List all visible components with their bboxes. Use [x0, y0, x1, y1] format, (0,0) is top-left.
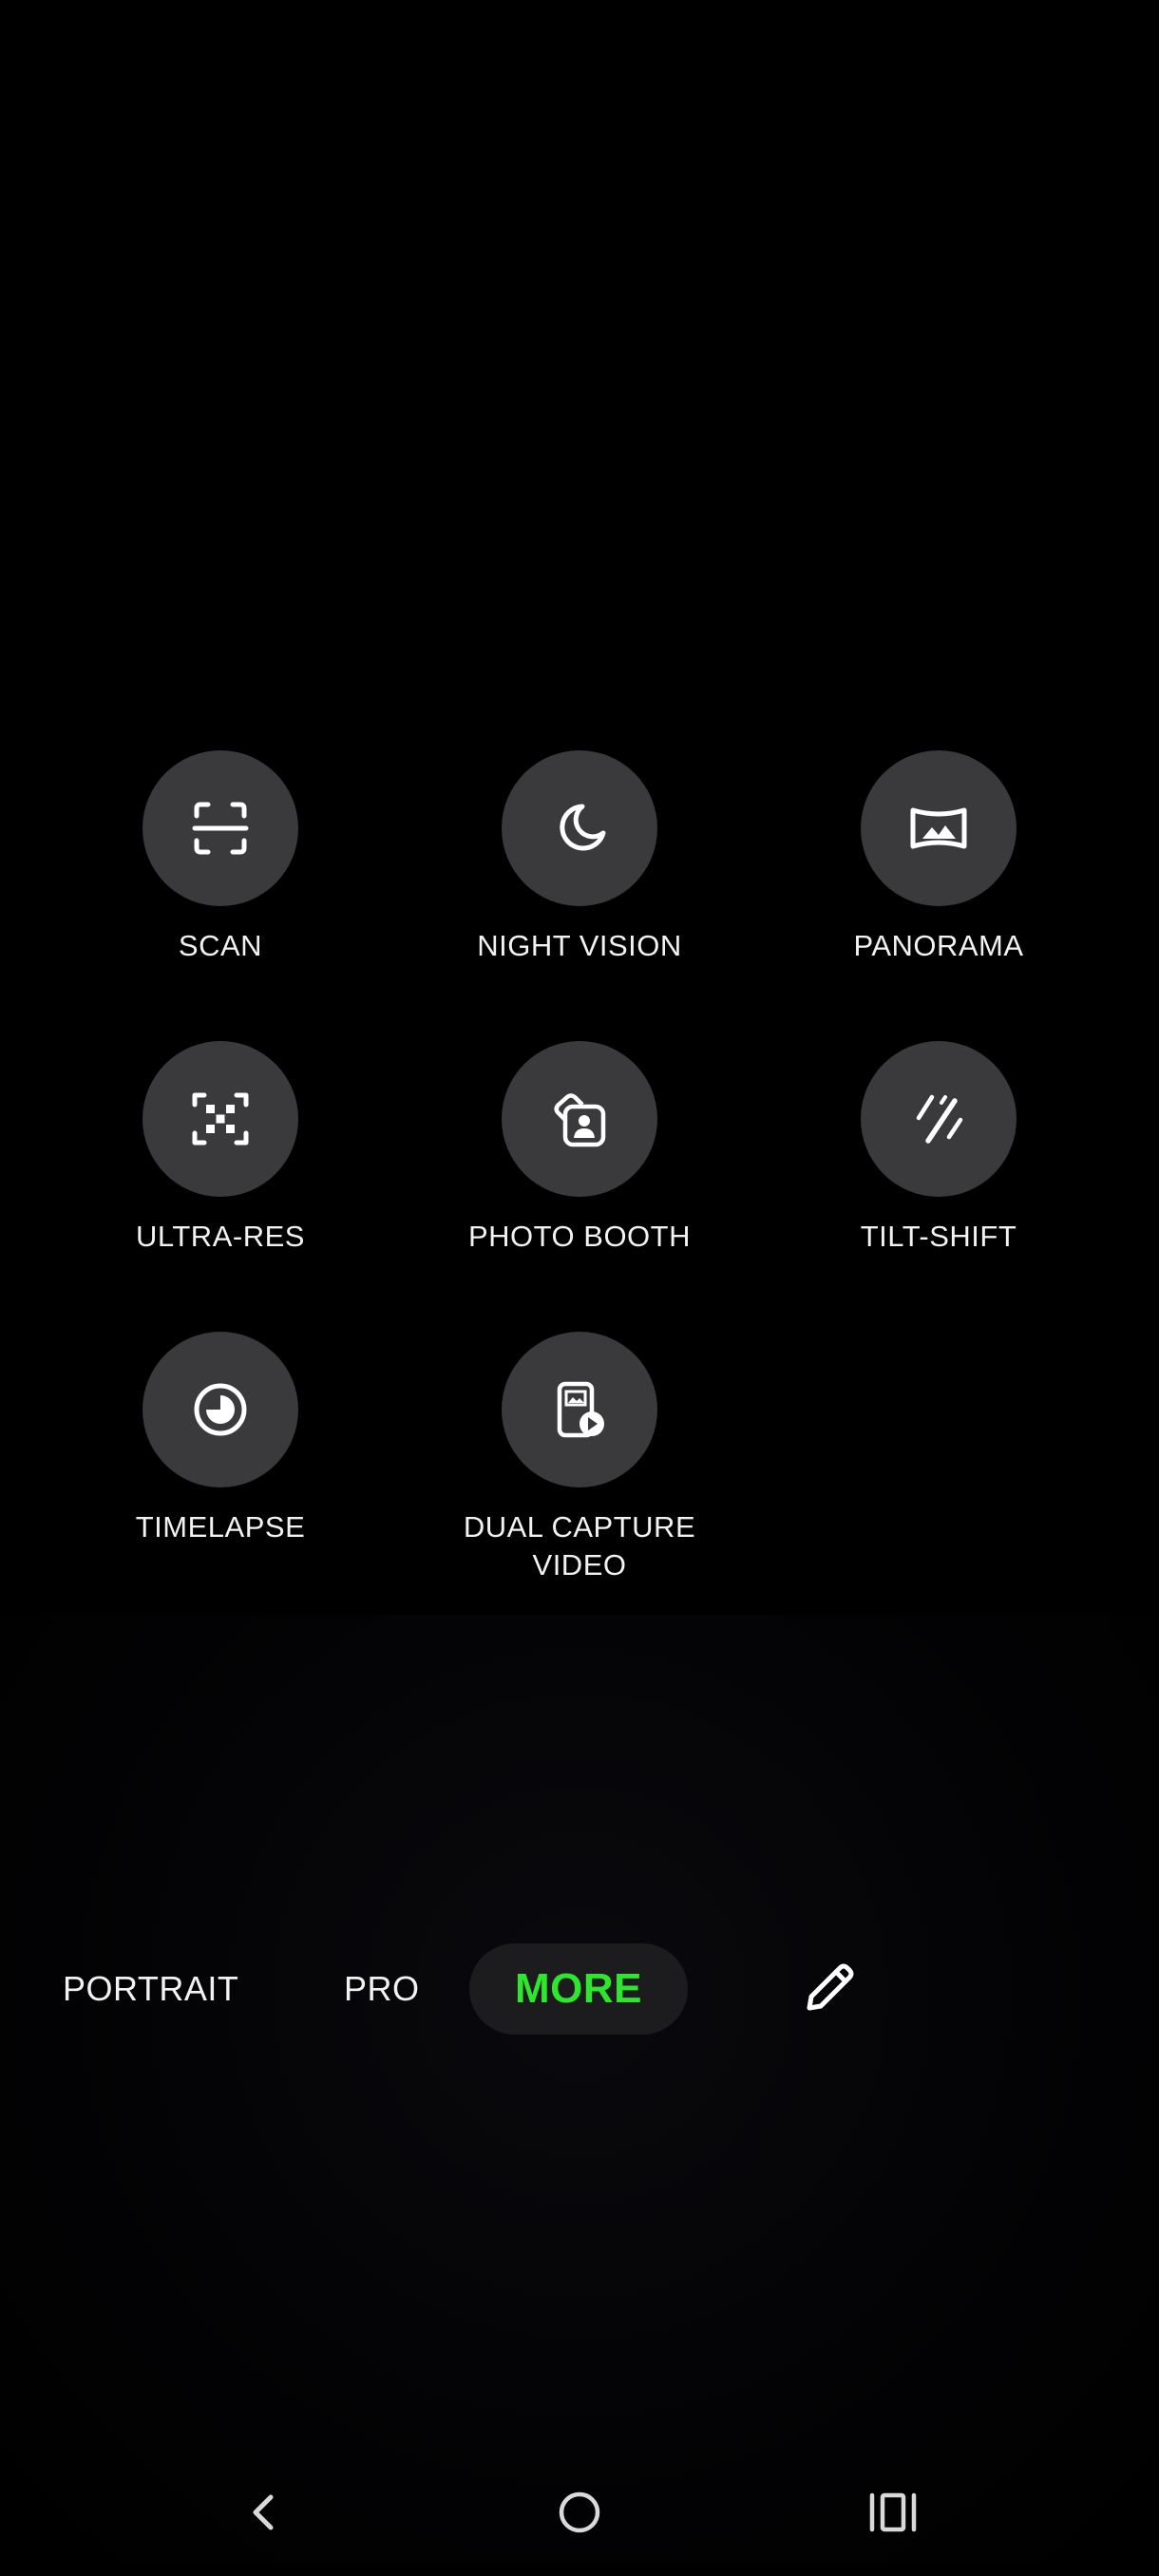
- scan-icon: [192, 802, 249, 855]
- mode-tab-pro[interactable]: PRO: [344, 1943, 420, 2035]
- mode-timelapse-circle[interactable]: [142, 1332, 298, 1487]
- mode-tilt-shift-label: TILT-SHIFT: [860, 1220, 1017, 1253]
- timelapse-icon: [194, 1383, 247, 1436]
- moon-icon: [560, 804, 606, 851]
- mode-tilt-shift[interactable]: TILT-SHIFT: [796, 1041, 1081, 1256]
- back-chevron-icon: [253, 2494, 274, 2530]
- mode-ultra-res-label: ULTRA-RES: [136, 1220, 305, 1253]
- mode-panorama-label: PANORAMA: [853, 929, 1024, 962]
- mode-scan[interactable]: SCAN: [78, 750, 363, 965]
- mode-ultra-res-circle[interactable]: [142, 1041, 298, 1197]
- tilt-shift-icon: [916, 1094, 963, 1144]
- mode-photo-booth[interactable]: PHOTO BOOTH: [437, 1041, 722, 1256]
- mode-panorama[interactable]: PANORAMA: [796, 750, 1081, 965]
- camera-mode-bar: PORTRAIT PRO MORE: [0, 1943, 1159, 2035]
- mode-dual-capture-video[interactable]: DUAL CAPTURE VIDEO: [437, 1332, 722, 1584]
- mode-scan-label: SCAN: [178, 929, 263, 962]
- dual-capture-video-icon: [557, 1381, 604, 1438]
- mode-night-vision-circle[interactable]: [502, 750, 657, 906]
- mode-photo-booth-label: PHOTO BOOTH: [467, 1220, 691, 1253]
- recents-icon: [869, 2492, 917, 2532]
- mode-timelapse-label: TIMELAPSE: [135, 1510, 306, 1544]
- system-nav-bar: [0, 2470, 1159, 2555]
- mode-timelapse[interactable]: TIMELAPSE: [78, 1332, 363, 1546]
- mode-dual-capture-video-circle[interactable]: [502, 1332, 657, 1487]
- nav-back-button[interactable]: [235, 2484, 292, 2541]
- nav-recents-button[interactable]: [864, 2484, 922, 2541]
- mode-photo-booth-circle[interactable]: [502, 1041, 657, 1197]
- background: [0, 1615, 1159, 2565]
- pencil-icon: [807, 1963, 854, 2011]
- mode-scan-circle[interactable]: [142, 750, 298, 906]
- nav-home-button[interactable]: [551, 2484, 608, 2541]
- home-circle-icon: [559, 2491, 600, 2533]
- edit-modes-button[interactable]: [798, 1957, 861, 2019]
- mode-tab-more[interactable]: MORE: [469, 1943, 688, 2035]
- mode-ultra-res[interactable]: ULTRA-RES: [78, 1041, 363, 1256]
- mode-panorama-circle[interactable]: [861, 750, 1016, 906]
- photo-booth-icon: [554, 1093, 606, 1147]
- mode-dual-capture-video-label: DUAL CAPTURE VIDEO: [463, 1510, 696, 1582]
- mode-tilt-shift-circle[interactable]: [861, 1041, 1016, 1197]
- ultra-res-icon: [192, 1092, 249, 1146]
- mode-night-vision[interactable]: NIGHT VISION: [437, 750, 722, 965]
- mode-tab-portrait[interactable]: PORTRAIT: [63, 1943, 238, 2035]
- mode-night-vision-label: NIGHT VISION: [477, 929, 682, 962]
- panorama-icon: [910, 807, 967, 849]
